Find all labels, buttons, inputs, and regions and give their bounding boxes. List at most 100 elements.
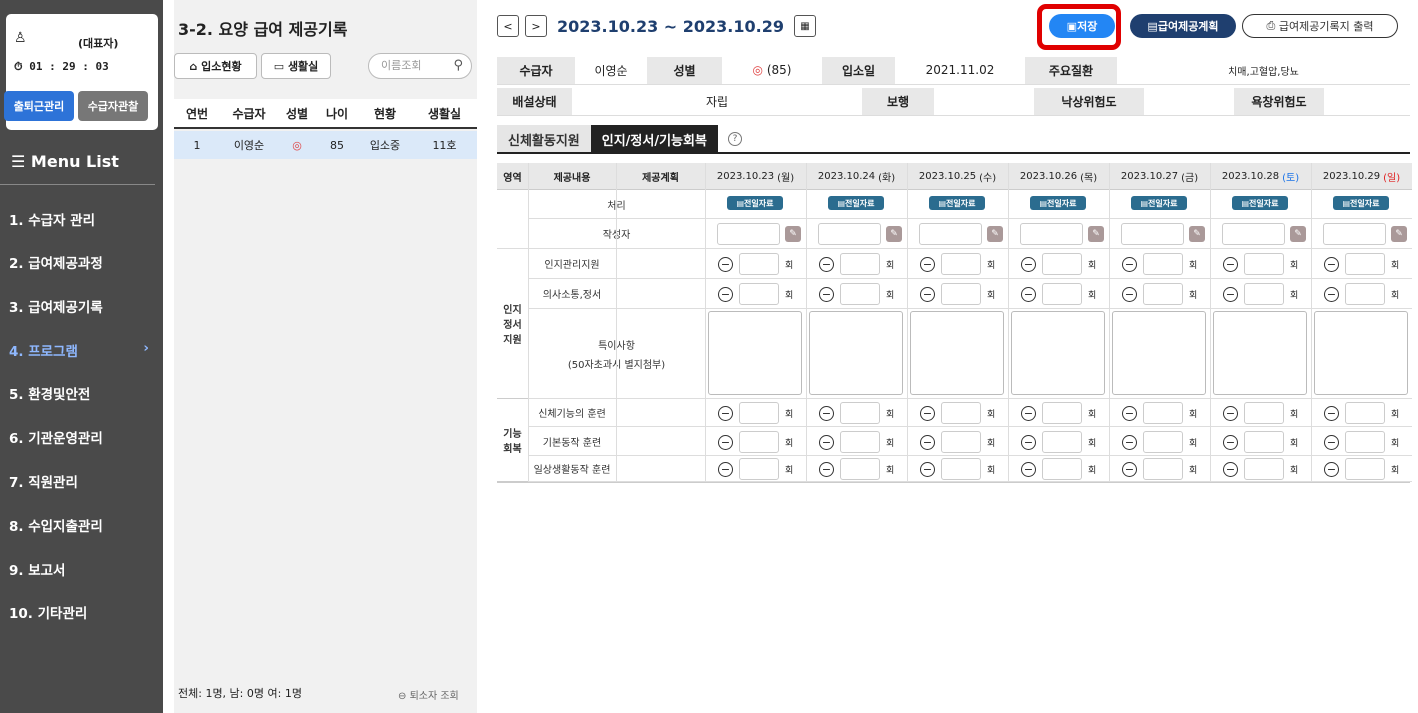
decrement-button[interactable]: − <box>819 461 834 477</box>
calendar-button[interactable]: ▦ <box>793 15 816 37</box>
count-input[interactable] <box>840 431 880 453</box>
decrement-button[interactable]: − <box>1021 256 1036 272</box>
prev-day-data-button[interactable]: ▤ 전일자료 <box>929 196 985 210</box>
count-input[interactable] <box>1143 431 1183 453</box>
writer-input[interactable] <box>1222 223 1285 245</box>
name-search-input[interactable]: 이름조회 ⚲ <box>368 53 472 79</box>
writer-input[interactable] <box>1020 223 1083 245</box>
count-input[interactable] <box>840 253 880 275</box>
decrement-button[interactable]: − <box>718 256 733 272</box>
count-input[interactable] <box>1345 458 1385 480</box>
count-input[interactable] <box>840 283 880 305</box>
decrement-button[interactable]: − <box>1223 286 1238 302</box>
special-notes-textarea[interactable] <box>708 311 802 395</box>
care-plan-button[interactable]: ▤ 급여제공계획 <box>1130 14 1236 38</box>
writer-select-icon[interactable]: ✎ <box>1088 226 1104 242</box>
count-input[interactable] <box>1244 431 1284 453</box>
decrement-button[interactable]: − <box>718 434 733 450</box>
count-input[interactable] <box>1244 402 1284 424</box>
sidebar-item-3[interactable]: 3. 급여제공기록 <box>9 296 149 316</box>
decrement-button[interactable]: − <box>718 461 733 477</box>
count-input[interactable] <box>1244 253 1284 275</box>
search-icon[interactable]: ⚲ <box>453 54 463 78</box>
decrement-button[interactable]: − <box>1324 286 1339 302</box>
decrement-button[interactable]: − <box>920 434 935 450</box>
count-input[interactable] <box>941 458 981 480</box>
writer-select-icon[interactable]: ✎ <box>987 226 1003 242</box>
sidebar-item-8[interactable]: 8. 수입지출관리 <box>9 515 149 535</box>
count-input[interactable] <box>1345 283 1385 305</box>
retired-search-button[interactable]: ⊖ 퇴소자 조회 <box>398 687 459 702</box>
decrement-button[interactable]: − <box>819 286 834 302</box>
admission-status-button[interactable]: ⌂ 입소현황 <box>174 53 257 79</box>
count-input[interactable] <box>1042 253 1082 275</box>
count-input[interactable] <box>941 402 981 424</box>
decrement-button[interactable]: − <box>1021 461 1036 477</box>
save-button[interactable]: ▣ 저장 <box>1049 14 1115 38</box>
decrement-button[interactable]: − <box>819 256 834 272</box>
special-notes-textarea[interactable] <box>809 311 903 395</box>
sidebar-item-10[interactable]: 10. 기타관리 <box>9 602 149 622</box>
list-col-header[interactable]: 나이 <box>316 105 358 122</box>
decrement-button[interactable]: − <box>819 405 834 421</box>
count-input[interactable] <box>739 431 779 453</box>
decrement-button[interactable]: − <box>1021 434 1036 450</box>
next-week-button[interactable]: > <box>525 15 547 37</box>
decrement-button[interactable]: − <box>1021 405 1036 421</box>
prev-day-data-button[interactable]: ▤ 전일자료 <box>1131 196 1187 210</box>
decrement-button[interactable]: − <box>1122 286 1137 302</box>
decrement-button[interactable]: − <box>1324 405 1339 421</box>
count-input[interactable] <box>1042 431 1082 453</box>
writer-input[interactable] <box>1323 223 1386 245</box>
decrement-button[interactable]: − <box>920 256 935 272</box>
count-input[interactable] <box>840 458 880 480</box>
count-input[interactable] <box>1042 283 1082 305</box>
decrement-button[interactable]: − <box>1223 461 1238 477</box>
decrement-button[interactable]: − <box>920 405 935 421</box>
writer-input[interactable] <box>717 223 780 245</box>
attendance-button[interactable]: 출퇴근관리 <box>4 91 74 121</box>
special-notes-textarea[interactable] <box>1011 311 1105 395</box>
decrement-button[interactable]: − <box>1122 405 1137 421</box>
prev-day-data-button[interactable]: ▤ 전일자료 <box>1232 196 1288 210</box>
count-input[interactable] <box>1042 402 1082 424</box>
decrement-button[interactable]: − <box>819 434 834 450</box>
decrement-button[interactable]: − <box>718 405 733 421</box>
tab-cognitive-recovery[interactable]: 인지/정서/기능회복 <box>590 125 718 153</box>
writer-input[interactable] <box>919 223 982 245</box>
list-col-header[interactable]: 연번 <box>174 105 220 122</box>
prev-day-data-button[interactable]: ▤ 전일자료 <box>828 196 884 210</box>
writer-select-icon[interactable]: ✎ <box>785 226 801 242</box>
writer-select-icon[interactable]: ✎ <box>1290 226 1306 242</box>
observation-button[interactable]: 수급자관찰 <box>78 91 148 121</box>
decrement-button[interactable]: − <box>1122 256 1137 272</box>
print-record-button[interactable]: ⎙ 급여제공기록지 출력 <box>1242 14 1398 38</box>
sidebar-item-1[interactable]: 1. 수급자 관리 <box>9 209 149 229</box>
count-input[interactable] <box>739 253 779 275</box>
decrement-button[interactable]: − <box>1122 434 1137 450</box>
list-col-header[interactable]: 성별 <box>278 105 316 122</box>
special-notes-textarea[interactable] <box>910 311 1004 395</box>
count-input[interactable] <box>1143 458 1183 480</box>
count-input[interactable] <box>739 458 779 480</box>
prev-day-data-button[interactable]: ▤ 전일자료 <box>1333 196 1389 210</box>
count-input[interactable] <box>1244 458 1284 480</box>
count-input[interactable] <box>1345 253 1385 275</box>
special-notes-textarea[interactable] <box>1213 311 1307 395</box>
prev-day-data-button[interactable]: ▤ 전일자료 <box>1030 196 1086 210</box>
decrement-button[interactable]: − <box>1122 461 1137 477</box>
sidebar-item-5[interactable]: 5. 환경및안전 <box>9 383 149 403</box>
count-input[interactable] <box>941 431 981 453</box>
tab-physical-support[interactable]: 신체활동지원 <box>497 125 591 153</box>
help-icon[interactable]: ? <box>727 132 742 146</box>
count-input[interactable] <box>1345 431 1385 453</box>
decrement-button[interactable]: − <box>1223 405 1238 421</box>
decrement-button[interactable]: − <box>1324 461 1339 477</box>
prev-day-data-button[interactable]: ▤ 전일자료 <box>727 196 783 210</box>
count-input[interactable] <box>1345 402 1385 424</box>
list-col-header[interactable]: 수급자 <box>220 105 278 122</box>
writer-input[interactable] <box>818 223 881 245</box>
special-notes-textarea[interactable] <box>1112 311 1206 395</box>
list-col-header[interactable]: 생활실 <box>412 105 477 122</box>
count-input[interactable] <box>941 253 981 275</box>
